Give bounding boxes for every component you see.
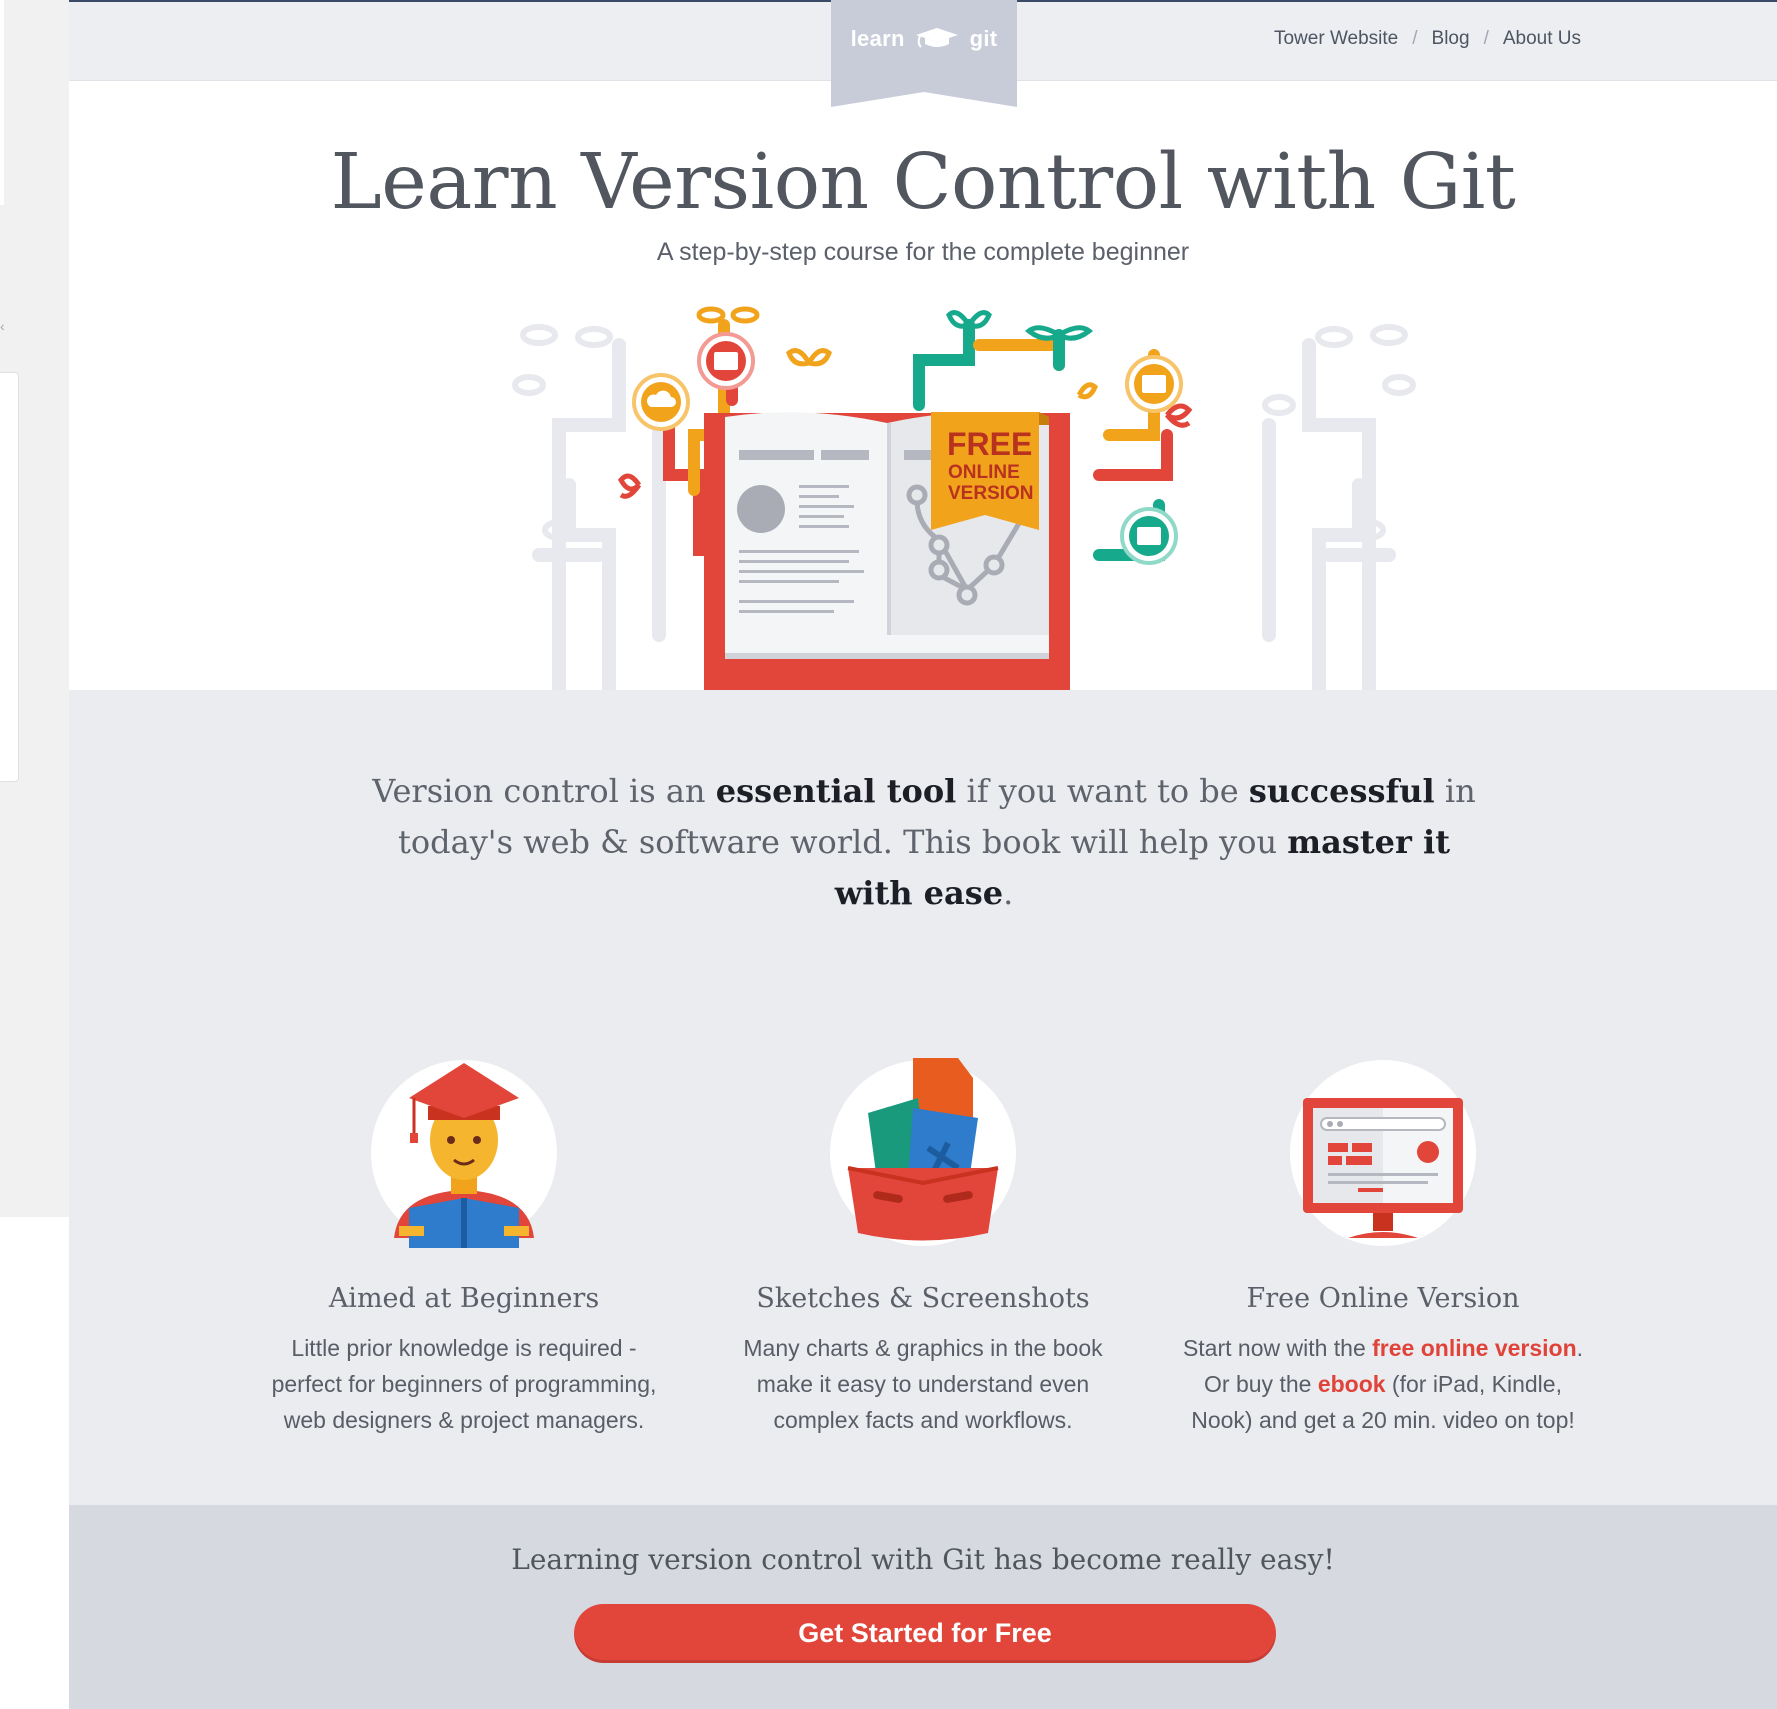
background-window-panel: ‹ bbox=[0, 0, 69, 1217]
description-line: perfect for beginners of programming, bbox=[271, 1371, 657, 1397]
description-line: Little prior knowledge is required - bbox=[291, 1335, 637, 1361]
description-line: web designers & project managers. bbox=[283, 1407, 645, 1433]
free-online-version-link[interactable]: free online version bbox=[1372, 1335, 1577, 1361]
feature-title: Sketches & Screenshots bbox=[756, 1283, 1090, 1314]
intro-text: if you want to be bbox=[956, 772, 1249, 810]
intro-emphasis: essential tool bbox=[715, 772, 957, 810]
get-started-button[interactable]: Get Started for Free bbox=[574, 1604, 1276, 1663]
cloud-bubble-icon bbox=[632, 373, 690, 431]
background-card bbox=[0, 0, 4, 205]
description-text: Or buy the bbox=[1204, 1371, 1318, 1397]
intro-text: . bbox=[1003, 874, 1014, 912]
description-line: Many charts & graphics in the book bbox=[743, 1335, 1103, 1361]
logo-text-learn: learn bbox=[850, 26, 905, 51]
description-text: Start now with the bbox=[1182, 1335, 1373, 1361]
description-text: . bbox=[1576, 1335, 1584, 1361]
top-navigation: Tower Website / Blog / About Us bbox=[1274, 28, 1581, 50]
background-mark: ‹ bbox=[0, 318, 5, 334]
logo-ribbon[interactable]: learn git bbox=[831, 0, 1017, 107]
folder-bubble-icon-green bbox=[1120, 507, 1178, 565]
folder-bubble-icon-orange bbox=[1125, 355, 1183, 413]
intro-section: Version control is an essential tool if … bbox=[69, 690, 1777, 1505]
description-line: Nook) and get a 20 min. video on top! bbox=[1191, 1407, 1575, 1433]
nav-link-tower-website[interactable]: Tower Website bbox=[1274, 28, 1398, 49]
nav-link-blog[interactable]: Blog bbox=[1432, 28, 1470, 49]
badge-text-version: VERSION bbox=[948, 483, 1034, 504]
folder-bubble-icon-red bbox=[697, 332, 755, 390]
intro-emphasis: successful bbox=[1248, 772, 1435, 810]
book-tree-illustration: FREE ONLINE VERSION bbox=[512, 306, 1416, 690]
nav-link-about-us[interactable]: About Us bbox=[1503, 28, 1581, 49]
ebook-link[interactable]: ebook bbox=[1318, 1371, 1386, 1397]
nav-separator: / bbox=[1483, 28, 1489, 49]
feature-description: Little prior knowledge is required - per… bbox=[244, 1330, 684, 1438]
monitor-icon bbox=[1290, 1060, 1476, 1246]
feature-aimed-at-beginners: Aimed at Beginners Little prior knowledg… bbox=[244, 1058, 684, 1438]
feature-title: Aimed at Beginners bbox=[328, 1283, 600, 1314]
nav-separator: / bbox=[1412, 28, 1418, 49]
logo: learn git bbox=[831, 26, 1017, 52]
intro-text: Version control is an bbox=[372, 772, 716, 810]
badge-text-online: ONLINE bbox=[948, 462, 1020, 483]
cta-text: Learning version control with Git has be… bbox=[511, 1543, 1335, 1576]
description-text: (for iPad, Kindle, bbox=[1385, 1371, 1562, 1397]
page: Tower Website / Blog / About Us learn git Le… bbox=[69, 0, 1777, 1709]
feature-sketches-screenshots: Sketches & Screenshots Many charts & gra… bbox=[703, 1058, 1143, 1438]
cta-section: Learning version control with Git has be… bbox=[69, 1505, 1777, 1709]
description-line: make it easy to understand even bbox=[756, 1371, 1090, 1397]
description-line: Start now with the free online version. bbox=[1163, 1330, 1603, 1366]
feature-free-online-version: Free Online Version Start now with the f… bbox=[1163, 1058, 1603, 1438]
page-title: Learn Version Control with Git bbox=[330, 138, 1516, 227]
student-reading-icon bbox=[371, 1060, 557, 1248]
feature-description: Many charts & graphics in the book make … bbox=[703, 1330, 1143, 1438]
intro-paragraph: Version control is an essential tool if … bbox=[369, 766, 1479, 919]
graduation-cap-icon bbox=[916, 28, 959, 48]
free-online-version-badge: FREE ONLINE VERSION bbox=[931, 412, 1049, 530]
feature-description: Start now with the free online version. … bbox=[1163, 1330, 1603, 1438]
feature-title: Free Online Version bbox=[1246, 1283, 1520, 1314]
sketches-box-icon bbox=[830, 1058, 1016, 1246]
badge-text-free: FREE bbox=[947, 426, 1032, 462]
background-card bbox=[0, 372, 19, 782]
description-line: Or buy the ebook (for iPad, Kindle, bbox=[1163, 1366, 1603, 1402]
logo-text-git: git bbox=[969, 26, 998, 51]
page-subtitle: A step-by-step course for the complete b… bbox=[656, 238, 1190, 266]
description-line: complex facts and workflows. bbox=[773, 1407, 1073, 1433]
